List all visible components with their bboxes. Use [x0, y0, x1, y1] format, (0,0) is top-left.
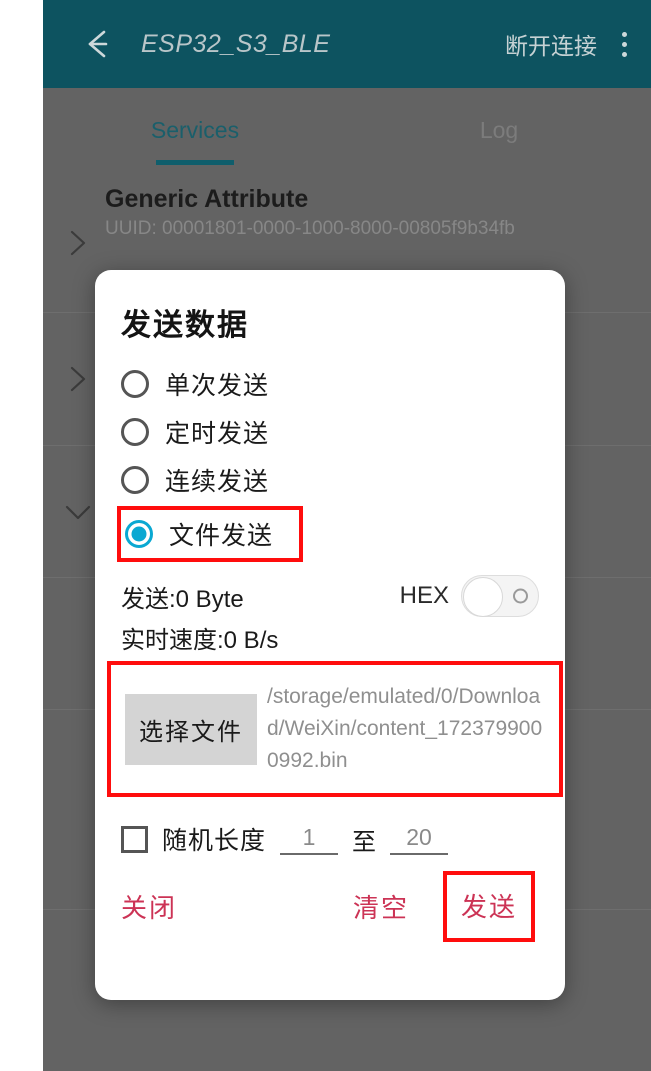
phone-screenshot: ESP32_S3_BLE 断开连接 Services Log Generic A… [0, 0, 651, 1071]
random-min-input[interactable]: 1 [280, 824, 339, 855]
toggle-off-indicator [513, 588, 528, 604]
clear-button[interactable]: 清空 [353, 888, 409, 925]
send-button[interactable]: 发送 [442, 871, 535, 942]
overflow-dot [621, 51, 627, 57]
random-length-label: 随机长度 [162, 827, 267, 855]
tab-services-label: Services [150, 117, 240, 143]
radio-timed-send[interactable]: 定时发送 [121, 408, 539, 456]
selected-file-path: /storage/emulated/0/Download/WeiXin/cont… [267, 685, 543, 772]
send-data-dialog: 发送数据 单次发送 定时发送 连续发送 文件发送 发送:0 Byte HEX 实… [95, 270, 565, 1000]
hex-toggle[interactable] [461, 575, 539, 617]
select-file-button[interactable]: 选择文件 [125, 693, 257, 765]
chevron-right-icon[interactable] [61, 362, 95, 396]
close-button[interactable]: 关闭 [121, 888, 177, 925]
dialog-title: 发送数据 [121, 309, 249, 342]
random-length-checkbox[interactable] [121, 825, 148, 853]
radio-icon [121, 370, 149, 398]
tab-indicator [156, 160, 234, 165]
arrow-left-icon[interactable] [71, 27, 127, 61]
toggle-knob [463, 577, 503, 617]
service-item-body: Generic Attribute UUID: 00001801-0000-10… [43, 173, 651, 254]
service-uuid: UUID: 00001801-0000-1000-8000-00805f9b34… [105, 218, 515, 239]
disconnect-button[interactable]: 断开连接 [505, 27, 597, 61]
radio-continuous-send-label: 连续发送 [165, 468, 270, 496]
dialog-actions: 关闭 清空 发送 [121, 871, 539, 942]
chevron-right-icon[interactable] [61, 226, 95, 260]
app-bar: ESP32_S3_BLE 断开连接 [43, 0, 651, 88]
more-vertical-icon[interactable] [597, 31, 651, 57]
chevron-down-icon[interactable] [61, 495, 95, 529]
overflow-dot [621, 31, 627, 37]
bytes-sent-label: 发送:0 Byte [121, 585, 244, 613]
realtime-speed-label: 实时速度:0 B/s [121, 627, 279, 654]
radio-icon [121, 466, 149, 494]
random-range-separator: 至 [352, 828, 377, 856]
radio-single-send[interactable]: 单次发送 [121, 360, 539, 408]
overflow-dot [621, 41, 627, 47]
radio-single-send-label: 单次发送 [165, 372, 270, 400]
radio-file-send[interactable]: 文件发送 [125, 510, 299, 558]
tab-bar: Services Log [43, 88, 651, 173]
radio-selected-icon [125, 520, 153, 548]
page-title: ESP32_S3_BLE [141, 29, 331, 58]
service-name: Generic Attribute [105, 185, 309, 213]
random-max-input[interactable]: 20 [390, 824, 449, 855]
radio-continuous-send[interactable]: 连续发送 [121, 456, 539, 504]
radio-file-send-label: 文件发送 [169, 522, 274, 550]
hex-label: HEX [399, 582, 449, 609]
random-length-row: 随机长度 1 至 20 [121, 817, 539, 861]
tab-log[interactable]: Log [347, 88, 651, 173]
app-surface: ESP32_S3_BLE 断开连接 Services Log Generic A… [43, 0, 651, 1071]
tab-log-label: Log [479, 117, 519, 143]
radio-timed-send-label: 定时发送 [165, 420, 270, 448]
tab-services[interactable]: Services [43, 88, 347, 173]
transfer-stats-row: 发送:0 Byte HEX [121, 574, 539, 618]
radio-icon [121, 418, 149, 446]
file-send-highlight: 文件发送 [117, 506, 303, 562]
file-selection-highlight: 选择文件 /storage/emulated/0/Download/WeiXin… [107, 661, 563, 797]
